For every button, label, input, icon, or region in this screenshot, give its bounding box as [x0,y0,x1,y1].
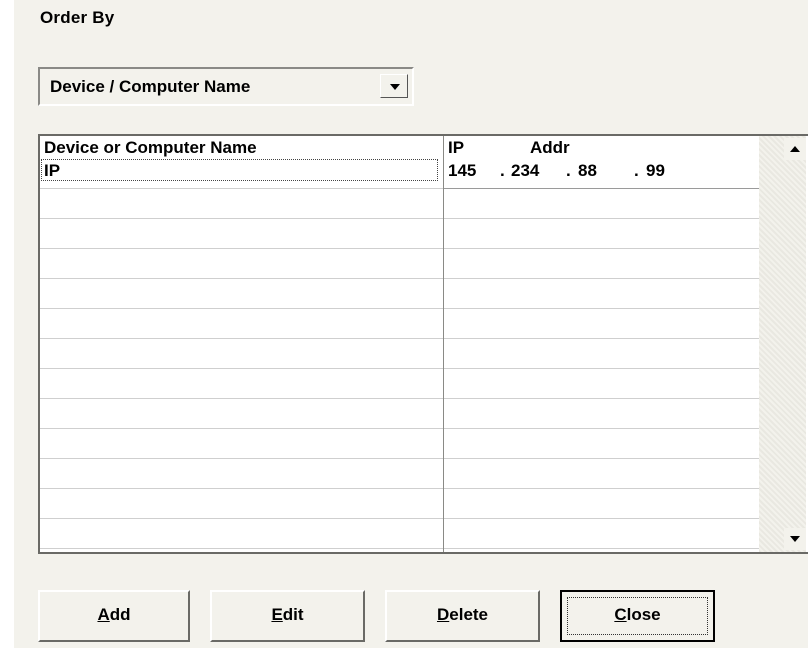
ip-octet-3[interactable]: 88 [578,161,597,181]
device-list-dialog: Order By Device / Computer Name Device o… [0,0,808,648]
order-by-selected-value: Device / Computer Name [50,77,251,96]
ip-dot-1: . [500,161,505,180]
table-row[interactable]: IP 145 . 234 . 88 . 99 [40,159,759,189]
table-row[interactable] [40,399,759,429]
device-list-content: Device or Computer Name IP Addr IP 145 .… [40,136,759,552]
table-row[interactable] [40,519,759,549]
edit-button-mnemonic: E [271,605,283,624]
add-button-mnemonic: A [97,605,110,624]
chevron-down-icon [390,84,400,90]
delete-button[interactable]: Delete [385,590,540,642]
order-by-dropdown[interactable]: Device / Computer Name [38,67,414,106]
ip-octet-1[interactable]: 145 [448,161,476,181]
table-row[interactable] [40,219,759,249]
order-by-label: Order By [40,8,115,27]
scroll-up-button[interactable] [784,138,806,160]
left-margin [0,0,14,648]
table-row[interactable] [40,309,759,339]
ip-dot-3: . [634,161,639,180]
scroll-down-button[interactable] [784,528,806,550]
table-row[interactable] [40,249,759,279]
table-row[interactable] [40,339,759,369]
table-row[interactable] [40,189,759,219]
dropdown-button[interactable] [380,74,408,98]
column-header-addr[interactable]: Addr [530,138,570,158]
edit-button[interactable]: Edit [210,590,365,642]
delete-button-mnemonic: D [436,605,450,624]
delete-button-label: elete [449,605,489,624]
table-row[interactable] [40,429,759,459]
ip-octet-4[interactable]: 99 [646,161,665,181]
arrow-up-icon [790,146,800,152]
ip-dot-2: . [566,161,571,180]
close-button[interactable]: Close [560,590,715,642]
table-row[interactable] [40,369,759,399]
add-button-label: dd [109,605,131,624]
table-row[interactable] [40,279,759,309]
device-list[interactable]: Device or Computer Name IP Addr IP 145 .… [38,134,808,554]
column-divider[interactable] [443,136,444,552]
edit-button-label: dit [282,605,304,624]
vertical-scrollbar[interactable] [759,136,806,552]
ip-address-field[interactable]: 145 . 234 . 88 . 99 [444,159,759,189]
ip-octet-2[interactable]: 234 [511,161,539,181]
table-row[interactable] [40,489,759,519]
arrow-down-icon [790,536,800,542]
row-name-cell[interactable]: IP [41,159,438,181]
list-header: Device or Computer Name IP Addr [40,136,759,159]
column-header-ip[interactable]: IP [448,138,464,158]
add-button[interactable]: Add [38,590,190,642]
table-row[interactable] [40,459,759,489]
focus-ring [567,597,708,635]
column-header-name[interactable]: Device or Computer Name [44,138,257,158]
